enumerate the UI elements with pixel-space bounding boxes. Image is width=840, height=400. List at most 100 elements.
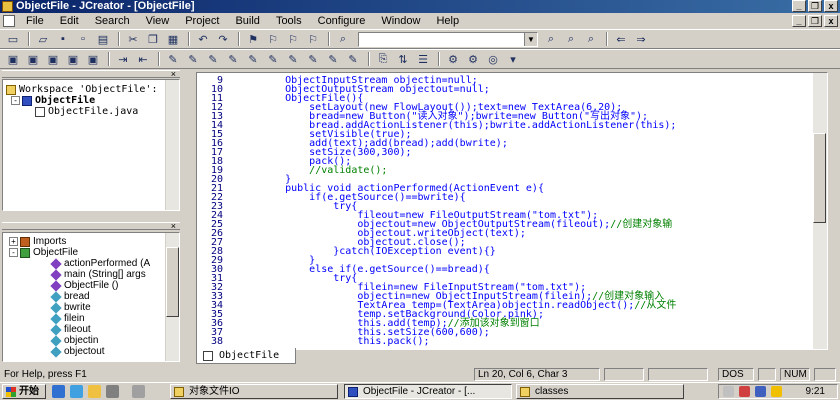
tree-file[interactable]: ObjectFile.java [35,106,138,117]
restore-button[interactable]: ❐ [808,0,822,12]
speaker-icon[interactable] [771,386,782,397]
close-icon[interactable]: × [171,221,176,231]
replace-icon[interactable]: ⌕ [582,31,600,47]
help-dropdown-icon[interactable]: ▾ [504,51,522,67]
tools-dropdown-icon[interactable]: ⚙ [464,51,482,67]
toggle-bookmark-icon[interactable]: ⚑ [244,31,262,47]
doc-restore-button[interactable]: ❐ [808,15,822,27]
next-bookmark-icon[interactable]: ⚐ [264,31,282,47]
classview-scrollbar[interactable] [165,233,179,361]
new-file-icon[interactable]: ▭ [4,31,22,47]
menu-view[interactable]: View [138,13,178,29]
cut-icon[interactable]: ✂ [124,31,142,47]
doc-close-button[interactable]: x [824,15,838,27]
close-button[interactable]: x [824,0,838,12]
clear-bookmarks-icon[interactable]: ⚐ [304,31,322,47]
tree-project[interactable]: - ObjectFile [11,95,95,106]
document-icon[interactable] [3,15,15,27]
menu-tools[interactable]: Tools [268,13,310,29]
compile-icon[interactable]: ✎ [164,51,182,67]
indent-icon[interactable]: ⇥ [114,51,132,67]
menu-help[interactable]: Help [428,13,467,29]
find-icon[interactable]: ⌕ [334,31,352,47]
output-window-icon[interactable]: ▣ [24,51,42,67]
menu-build[interactable]: Build [227,13,267,29]
minimize-button[interactable]: _ [792,0,806,12]
quicklaunch-icon[interactable] [132,385,145,398]
build-icon[interactable]: ✎ [184,51,202,67]
menu-window[interactable]: Window [373,13,428,29]
menu-file[interactable]: File [18,13,52,29]
doc-minimize-button[interactable]: _ [792,15,806,27]
collapse-icon[interactable]: - [9,248,18,257]
tree-member[interactable]: ObjectFile () [50,279,118,292]
find-next-icon[interactable]: ⌕ [542,31,560,47]
close-icon[interactable]: × [171,69,176,79]
code-editor[interactable]: 9 ObjectInputStream objectin=null; 10 Obj… [196,72,828,350]
tree-class[interactable]: - ObjectFile [9,247,78,258]
prev-bookmark-icon[interactable]: ⚐ [284,31,302,47]
execute-icon[interactable]: ✎ [224,51,242,67]
sort-icon[interactable]: ⇅ [394,51,412,67]
insert-icon[interactable]: ⎘ [374,51,392,67]
menu-edit[interactable]: Edit [52,13,87,29]
fullscreen-icon[interactable]: ▣ [84,51,102,67]
step-icon[interactable]: ✎ [264,51,282,67]
folder-icon[interactable] [88,385,101,398]
options-icon[interactable]: ☰ [414,51,432,67]
forward-arrow-icon[interactable]: ⇒ [632,31,650,47]
tray-icon[interactable] [755,386,766,397]
task-folder[interactable]: 对象文件IO [170,384,338,399]
editor-tab-objectfile[interactable]: ObjectFile [196,348,296,364]
find-combo[interactable]: ▼ [358,31,538,47]
tree-member[interactable]: bwrite [50,301,91,314]
tree-workspace-root[interactable]: Workspace 'ObjectFile': [6,84,157,95]
undo-icon[interactable]: ↶ [194,31,212,47]
tray-icon[interactable] [739,386,750,397]
collapse-icon[interactable]: - [11,96,20,105]
rebuild-icon[interactable]: ✎ [204,51,222,67]
task-classes[interactable]: classes [516,384,684,399]
save-all-icon[interactable]: ▫ [74,31,92,47]
jcreator-app-icon[interactable] [2,1,13,12]
print-icon[interactable]: ▤ [94,31,112,47]
ie-icon[interactable] [52,385,65,398]
tree-member[interactable]: actionPerformed (A [50,257,150,270]
debug-icon[interactable]: ✎ [244,51,262,67]
class-view-icon[interactable]: ▣ [44,51,62,67]
web-icon[interactable]: ◎ [484,51,502,67]
code-line[interactable]: 38 this.pack(); [197,336,430,347]
outdent-icon[interactable]: ⇤ [134,51,152,67]
tree-member[interactable]: objectin [50,334,98,347]
find-in-files-icon[interactable]: ⌕ [562,31,580,47]
browser-icon[interactable] [70,385,83,398]
tree-member[interactable]: fileout [50,323,91,336]
expand-icon[interactable]: + [9,237,18,246]
comment-icon[interactable]: ✎ [324,51,342,67]
workspace-panel-grip[interactable]: × [2,69,180,79]
tree-member[interactable]: main (String[] args [50,268,146,281]
media-icon[interactable] [106,385,119,398]
start-button[interactable]: 开始 [2,384,46,399]
scrollbar-thumb[interactable] [166,247,179,317]
uncomment-icon[interactable]: ✎ [344,51,362,67]
chevron-down-icon[interactable]: ▼ [524,32,537,46]
save-icon[interactable]: ▪ [54,31,72,47]
tree-member[interactable]: bread [50,290,90,303]
workspace-scrollbar[interactable] [165,80,179,210]
copy-icon[interactable]: ❐ [144,31,162,47]
javadoc-icon[interactable]: ✎ [304,51,322,67]
taskbar-clock[interactable]: 9:21 [806,386,825,398]
code-text[interactable]: this.pack(); [261,336,429,347]
file-view-icon[interactable]: ▣ [64,51,82,67]
scrollbar-thumb[interactable] [813,133,826,223]
menu-project[interactable]: Project [177,13,227,29]
window-title-bar[interactable]: ObjectFile - JCreator - [ObjectFile] _ ❐… [0,0,840,13]
tree-member[interactable]: filein [50,312,85,325]
redo-icon[interactable]: ↷ [214,31,232,47]
back-arrow-icon[interactable]: ⇐ [612,31,630,47]
menu-search[interactable]: Search [87,13,138,29]
classview-panel-grip[interactable]: × [2,221,180,231]
paste-icon[interactable]: ▦ [164,31,182,47]
workspace-window-icon[interactable]: ▣ [4,51,22,67]
